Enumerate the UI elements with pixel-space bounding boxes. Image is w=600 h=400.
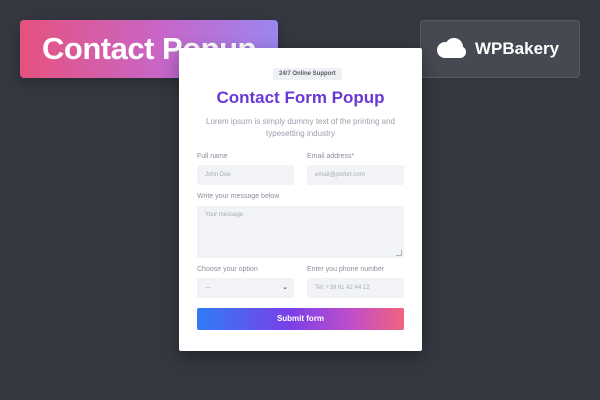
resize-handle-icon[interactable] (396, 250, 402, 256)
message-label: Write your message below (197, 193, 280, 200)
option-value: — (205, 285, 211, 291)
email-label: Email address* (307, 153, 355, 160)
popup-title: Contact Form Popup (216, 88, 385, 107)
contact-popup: 24/7 Online Support Contact Form Popup L… (179, 48, 422, 351)
email-field[interactable]: email@pixfort.com (307, 165, 404, 185)
phone-label: Enter you phone number (307, 266, 385, 273)
option-label: Choose your option (197, 266, 258, 273)
phone-field[interactable]: Tel: +39 61 42 44 12 (307, 278, 404, 298)
message-field[interactable]: Your message (197, 206, 404, 258)
wpbakery-badge: WPBakery (420, 20, 580, 78)
brand-name: WPBakery (475, 39, 560, 58)
popup-subtitle: Lorem ipsum is simply dummy text of the … (206, 117, 395, 138)
chevron-down-icon: ⌄ (282, 284, 288, 291)
submit-button[interactable]: Submit form (197, 308, 404, 330)
full-name-label: Full name (197, 153, 228, 160)
option-select[interactable]: — ⌄ (197, 278, 294, 298)
message-placeholder: Your message (205, 212, 244, 218)
cloud-logo-icon (437, 38, 466, 58)
support-badge: 24/7 Online Support (273, 68, 342, 80)
full-name-field[interactable]: John Doe (197, 165, 294, 185)
